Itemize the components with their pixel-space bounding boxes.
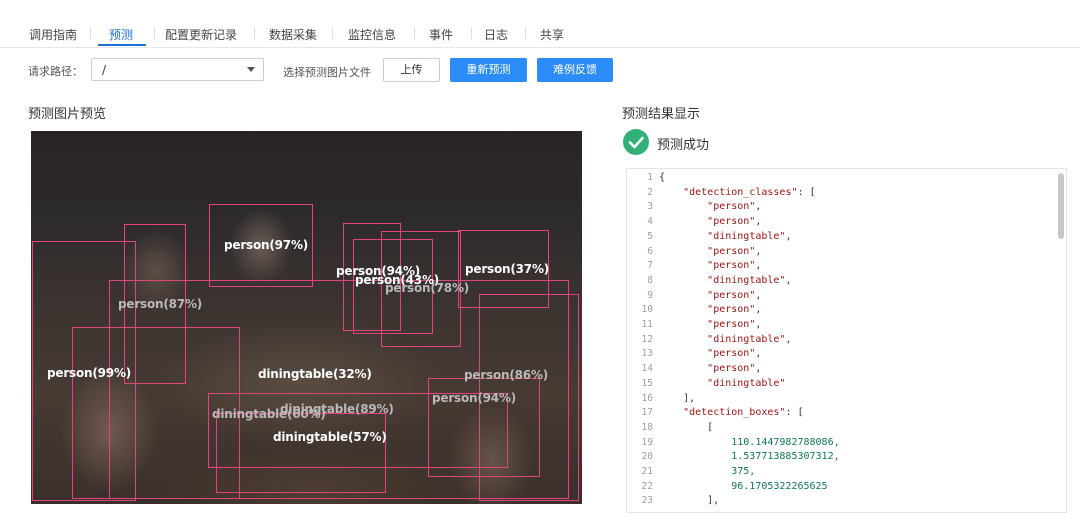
line-number: 14: [641, 363, 653, 375]
detection-label: person(99%): [47, 366, 132, 380]
result-json-viewer[interactable]: 1 2 3 4 5 6 7 8 9 10 11 12 13 14 15 16 17 18 19 20 21 22 23 { …: [626, 168, 1067, 513]
code-line: "detection_classes": [: [683, 186, 816, 198]
chevron-down-icon: [247, 67, 255, 72]
code-line: "person",: [707, 363, 762, 375]
active-tab-indicator: [98, 44, 146, 46]
success-check-icon: [623, 129, 649, 155]
tab-logs[interactable]: 日志: [484, 26, 508, 43]
line-number: 17: [641, 407, 653, 419]
hard-example-feedback-button[interactable]: 难例反馈: [537, 58, 613, 82]
line-number: 13: [641, 348, 653, 360]
line-number: 2: [647, 186, 653, 198]
code-line: "person",: [707, 319, 762, 330]
code-line: [: [659, 421, 714, 433]
code-line: "diningtable",: [707, 230, 792, 242]
line-number: 18: [641, 421, 653, 433]
upload-button[interactable]: 上传: [383, 58, 440, 82]
code-line: "person",: [707, 216, 762, 228]
tab-separator: [90, 27, 91, 39]
result-title: 预测结果显示: [622, 107, 701, 122]
detection-box: [216, 413, 386, 493]
tab-bar: 调用指南 预测 配置更新记录 数据采集 监控信息 事件 日志 共享: [0, 0, 1080, 48]
tab-predict[interactable]: 预测: [109, 26, 133, 43]
code-line: "person",: [707, 245, 762, 257]
code-line: 110.1447982788086,: [659, 436, 840, 448]
detection-label: person(86%): [464, 368, 549, 382]
line-number: 19: [641, 436, 653, 448]
scrollbar[interactable]: [1058, 173, 1064, 239]
line-number: 22: [641, 480, 653, 492]
preview-title: 预测图片预览: [28, 107, 107, 122]
line-number: 1: [647, 172, 653, 183]
code-line: 1.537713885307312,: [659, 451, 840, 463]
tab-separator: [254, 27, 255, 39]
repredict-button[interactable]: 重新预测: [450, 58, 527, 82]
line-number: 6: [647, 245, 653, 257]
line-number: 3: [647, 201, 653, 213]
status-text: 预测成功: [657, 138, 710, 153]
code-line: "person",: [707, 201, 762, 213]
prediction-image: person(97%) person(94%) person(43%) pers…: [31, 131, 582, 504]
line-number: 21: [641, 466, 653, 477]
tab-separator: [154, 27, 155, 39]
line-number: 5: [647, 230, 653, 242]
tab-events[interactable]: 事件: [429, 26, 453, 43]
code-line: {: [659, 172, 666, 183]
line-number: 16: [641, 392, 653, 404]
request-path-select[interactable]: /: [91, 58, 264, 81]
code-line: "diningtable",: [707, 333, 792, 345]
code-line: 375,: [659, 466, 756, 477]
code-line: ],: [659, 495, 720, 507]
detection-label: diningtable(32%): [258, 367, 372, 381]
detection-label: diningtable(60%): [212, 407, 326, 421]
detection-label: person(37%): [465, 262, 550, 276]
code-line: 96.1705322265625: [659, 480, 828, 492]
code-line: "detection_boxes": [: [683, 407, 804, 419]
line-number: 20: [641, 451, 653, 463]
tab-separator: [471, 27, 472, 39]
code-line: ],: [659, 392, 696, 404]
request-path-value: /: [102, 63, 107, 77]
code-line: "person",: [707, 304, 762, 316]
select-file-label: 选择预测图片文件: [283, 66, 371, 79]
tab-separator: [525, 27, 526, 39]
detection-label: person(94%): [432, 391, 517, 405]
request-path-label: 请求路径：: [28, 65, 83, 78]
detection-label: person(87%): [118, 297, 203, 311]
tab-config-history[interactable]: 配置更新记录: [165, 26, 237, 43]
line-number: 15: [641, 377, 653, 389]
code-line: "person",: [707, 289, 762, 301]
line-number: 11: [641, 319, 653, 330]
tab-separator: [332, 27, 333, 39]
detection-label: person(97%): [224, 238, 309, 252]
tab-monitoring[interactable]: 监控信息: [348, 26, 396, 43]
code-line: "person",: [707, 348, 762, 360]
code-line: "diningtable": [707, 377, 786, 389]
tab-share[interactable]: 共享: [540, 26, 564, 43]
detection-label: person(78%): [385, 281, 470, 295]
tab-data-collection[interactable]: 数据采集: [269, 26, 317, 43]
line-number: 8: [647, 274, 653, 286]
tab-separator: [414, 27, 415, 39]
line-number: 23: [641, 495, 653, 507]
line-number: 10: [641, 304, 653, 316]
tab-call-guide[interactable]: 调用指南: [29, 26, 77, 43]
line-number: 4: [647, 216, 653, 228]
code-line: "diningtable",: [707, 274, 792, 286]
line-number-gutter: 1 2 3 4 5 6 7 8 9 10 11 12 13 14 15 16 17 18 19 20 21 22 23: [627, 169, 655, 512]
line-number: 12: [641, 333, 653, 345]
line-number: 9: [647, 289, 653, 301]
line-number: 7: [647, 260, 653, 272]
detection-label: diningtable(57%): [273, 430, 387, 444]
code-line: "person",: [707, 260, 762, 272]
